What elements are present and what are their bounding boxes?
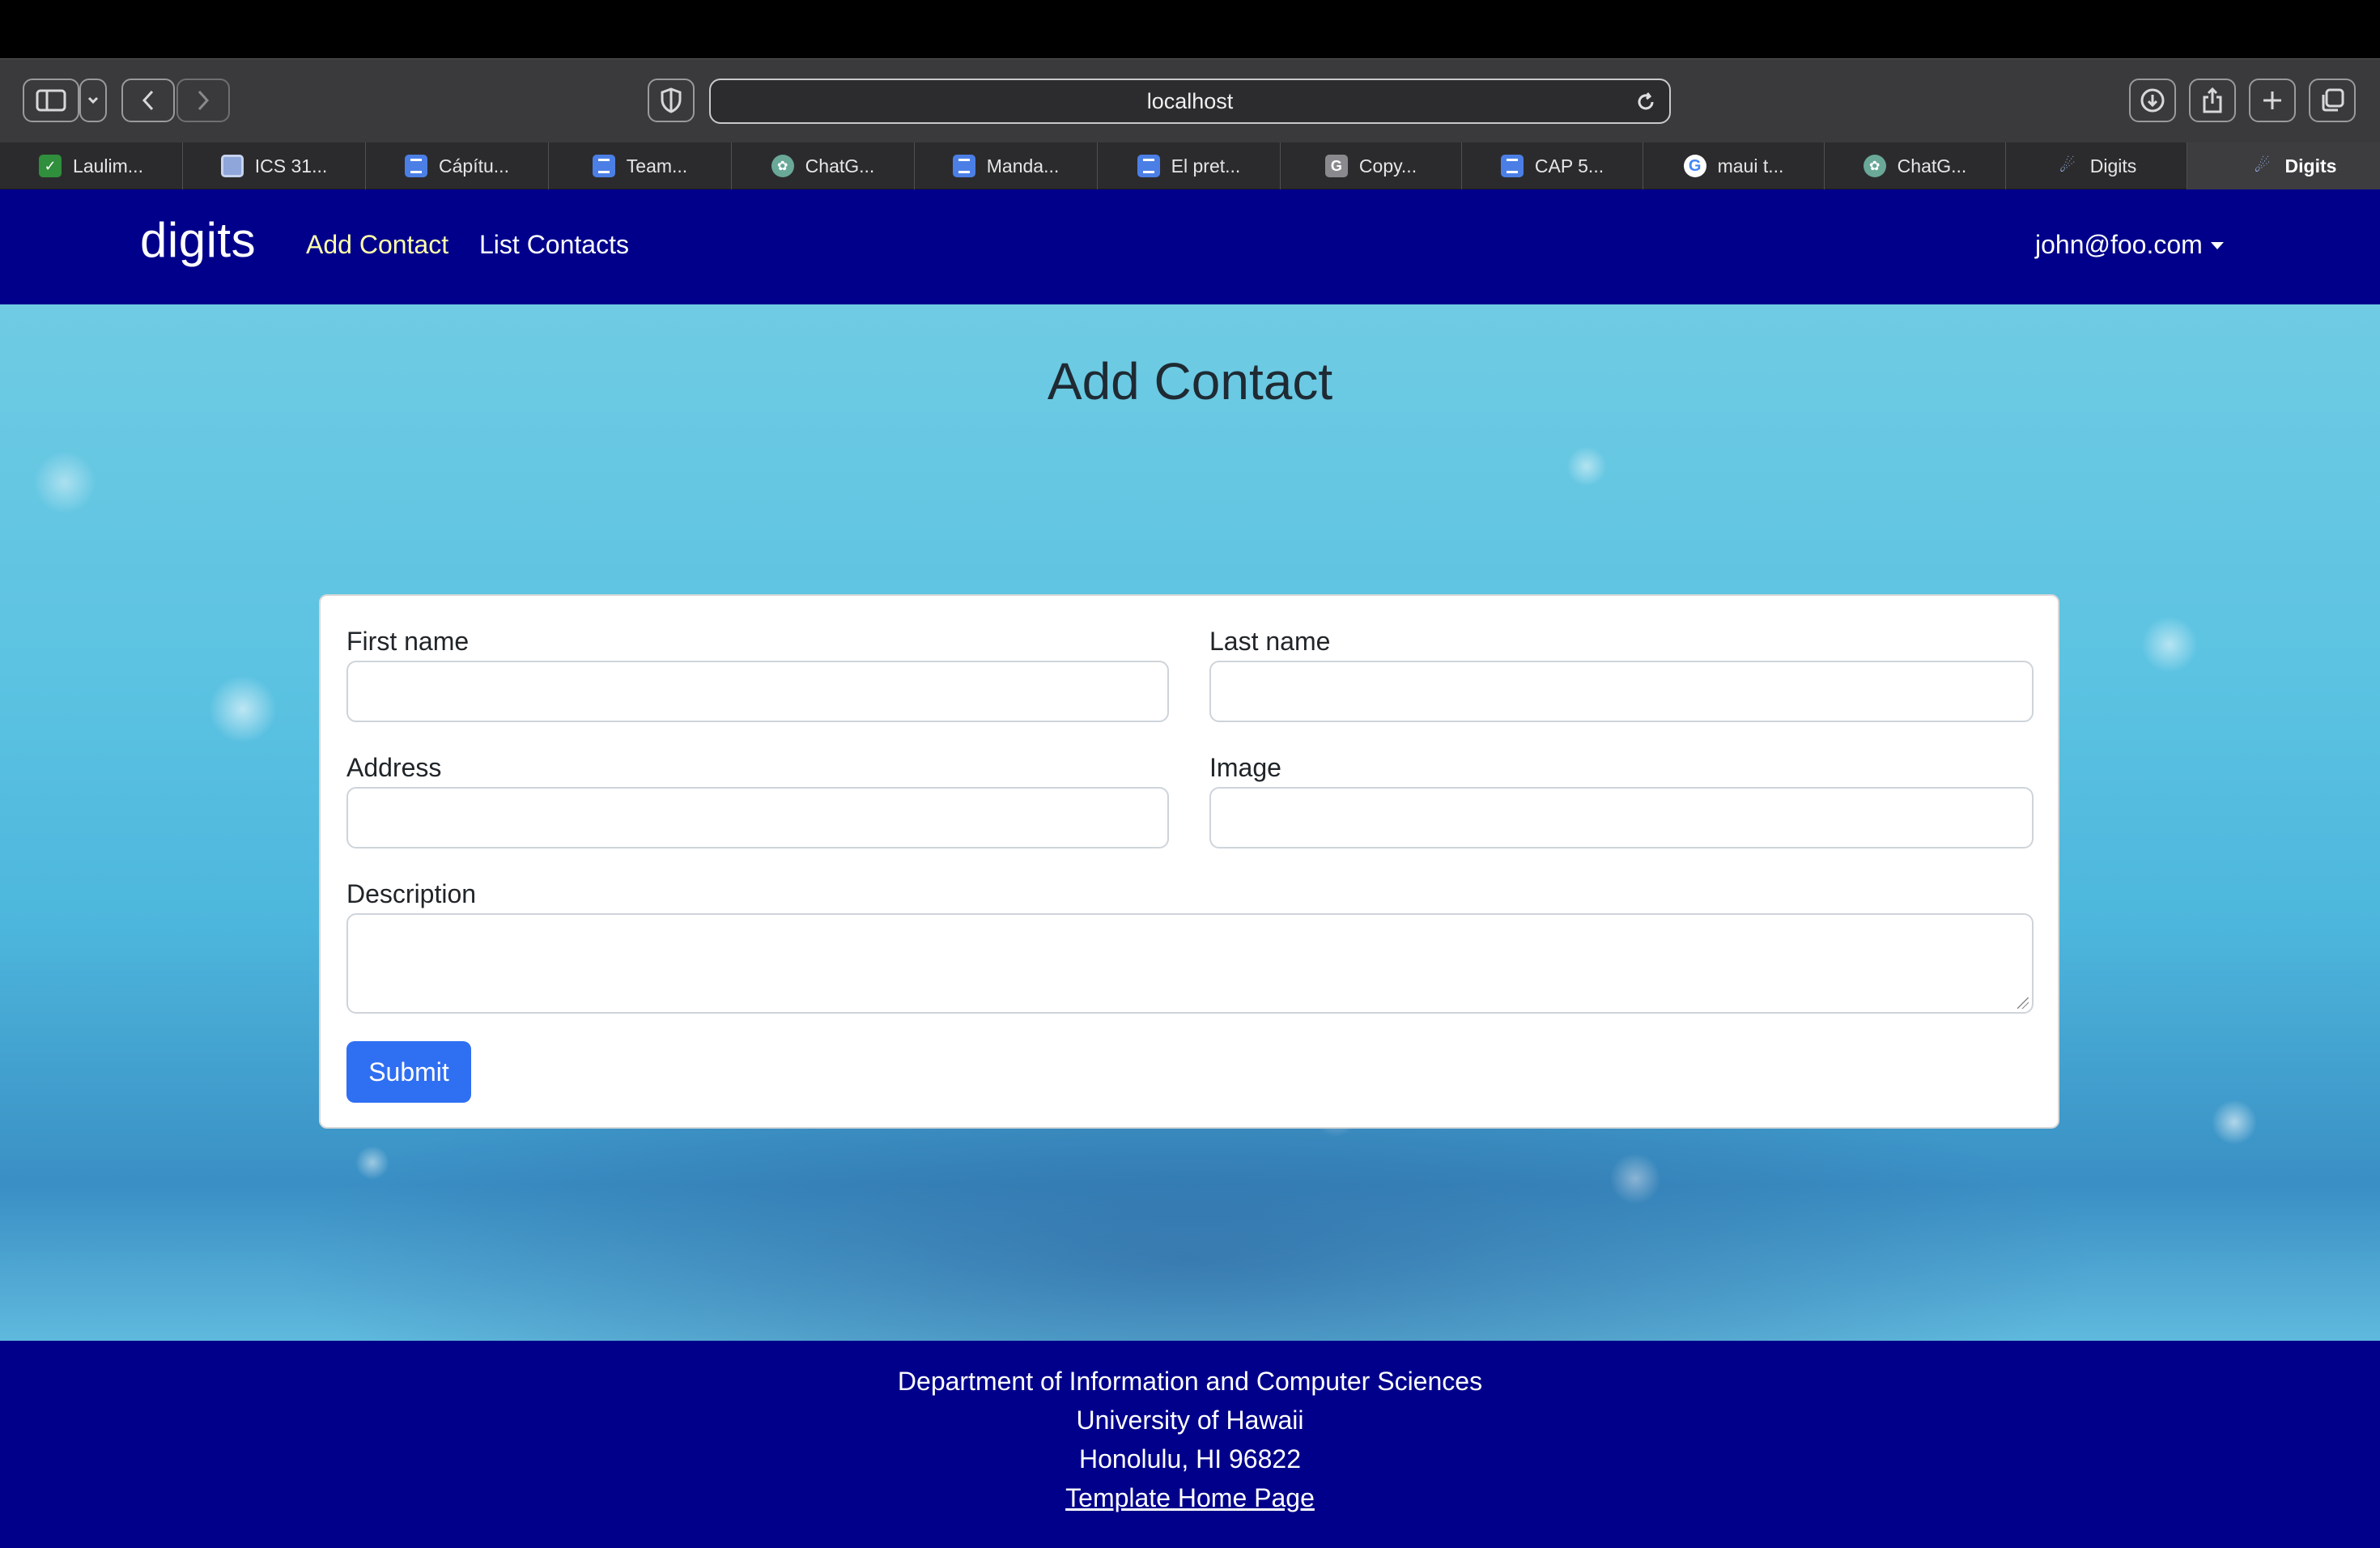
template-home-link[interactable]: Template Home Page [1065,1483,1315,1512]
tabs-overview-icon [2322,88,2344,112]
share-button[interactable] [2189,79,2236,122]
browser-tab[interactable]: ✿ ChatG... [1825,142,2006,189]
sidebar-icon [36,89,66,112]
course-icon [220,155,244,177]
browser-tab[interactable]: Gmaui t... [1643,142,1825,189]
meteor-icon: ☄ [2254,155,2271,176]
tab-label: ICS 31... [254,155,328,176]
submit-button[interactable]: Submit [346,1041,471,1103]
share-icon [2203,87,2222,113]
footer-department: Department of Information and Computer S… [897,1367,1483,1396]
meteor-icon: ☄ [2059,155,2076,176]
tab-label: Cápítu... [439,155,509,176]
browser-tab[interactable]: Manda... [915,142,1098,189]
forward-button[interactable] [176,79,230,122]
new-tab-button[interactable] [2249,79,2296,122]
first-name-input[interactable] [346,661,1169,722]
screen-top-bar [0,0,2380,58]
browser-tab[interactable]: G Copy... [1281,142,1462,189]
tab-label: Manda... [986,155,1060,176]
browser-tab[interactable]: ☄ Digits [2006,142,2187,189]
tab-label: Copy... [1358,155,1417,176]
leaf-icon: ✓ [39,155,62,177]
chatgpt-icon: ✿ [1863,155,1886,177]
last-name-label: Last name [1209,627,1331,656]
browser-tab[interactable]: ✓ Laulim... [0,142,183,189]
footer: Department of Information and Computer S… [0,1341,2380,1548]
address-input[interactable] [346,787,1169,848]
tab-label: Team... [626,155,688,176]
address-label: Address [346,753,442,782]
docs-icon [1137,155,1160,177]
browser-tab[interactable]: ✿ ChatG... [732,142,915,189]
navbar: digits Add Contact List Contacts john@fo… [0,189,2380,304]
web-page: digits Add Contact List Contacts john@fo… [0,189,2380,1548]
chevron-left-icon [142,90,154,111]
resize-handle-icon[interactable] [2017,997,2029,1009]
tab-label: Digits [2284,155,2337,176]
landing-background: Add Contact First name Last name Address… [0,304,2380,1341]
user-email: john@foo.com [2035,230,2203,259]
privacy-report-button[interactable] [648,79,695,122]
google-icon: G [1683,155,1706,177]
page-title: Add Contact [1047,352,1333,410]
tab-overview-button[interactable] [2309,79,2356,122]
download-icon [2140,88,2165,113]
nav-list-contacts-link[interactable]: List Contacts [479,230,629,260]
footer-university: University of Hawaii [1076,1406,1304,1435]
last-name-input[interactable] [1209,661,2034,722]
first-name-label: First name [346,627,470,656]
tab-label: ChatG... [805,155,875,176]
brand-link[interactable]: digits [140,212,256,268]
tab-strip: ✓ Laulim... ICS 31... Cápítu... Team... ✿… [0,142,2380,189]
tab-label: CAP 5... [1534,155,1604,176]
tab-label: Digits [2089,155,2137,176]
chatgpt-icon: ✿ [771,155,794,177]
caret-down-icon [2210,242,2224,249]
browser-tab[interactable]: Team... [549,142,732,189]
chevron-down-icon [87,96,99,104]
image-input[interactable] [1209,787,2034,848]
browser-toolbar: localhost [0,58,2380,142]
docs-icon [1500,155,1524,177]
browser-tab[interactable]: El pret... [1098,142,1281,189]
browser-tab[interactable]: CAP 5... [1462,142,1643,189]
docs-icon [952,155,975,177]
tab-label: El pret... [1171,155,1241,176]
url-text: localhost [1146,88,1234,113]
user-dropdown[interactable]: john@foo.com [2035,230,2224,260]
footer-address: Honolulu, HI 96822 [1079,1444,1301,1474]
docs-icon [405,155,428,177]
tab-label: maui t... [1717,155,1784,176]
g-icon: G [1324,155,1348,177]
tab-label: Laulim... [73,155,143,176]
back-button[interactable] [121,79,175,122]
reload-icon[interactable] [1634,90,1658,114]
browser-tab[interactable]: ICS 31... [183,142,366,189]
downloads-button[interactable] [2129,79,2176,122]
description-textarea[interactable] [346,913,2034,1014]
address-bar[interactable]: localhost [709,79,1671,124]
shield-icon [661,87,682,113]
tab-group-dropdown-button[interactable] [79,79,107,122]
chevron-right-icon [198,90,210,111]
description-label: Description [346,879,477,908]
tab-label: ChatG... [1897,155,1967,176]
browser-tab-active[interactable]: ☄ Digits [2187,142,2380,189]
image-label: Image [1209,753,1281,782]
add-contact-form: First name Last name Address Image Descr… [319,594,2059,1129]
browser-tab[interactable]: Cápítu... [366,142,549,189]
nav-add-contact-link[interactable]: Add Contact [306,230,448,260]
docs-icon [592,155,615,177]
plus-icon [2263,91,2281,109]
sidebar-toggle-button[interactable] [23,79,79,122]
